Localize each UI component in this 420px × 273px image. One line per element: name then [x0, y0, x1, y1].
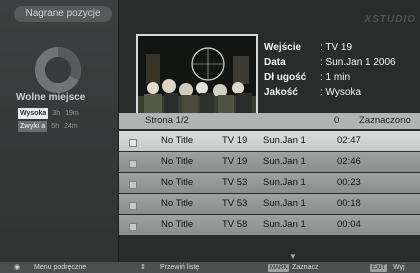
item-date: Sun.Jan 1 — [263, 219, 306, 230]
item-title: No Title — [161, 219, 194, 230]
checkbox[interactable] — [129, 139, 137, 147]
info-key: Wejście — [264, 42, 302, 53]
item-title: No Title — [161, 177, 194, 188]
item-date: Sun.Jan 1 — [263, 135, 306, 146]
recording-preview-thumbnail — [136, 34, 258, 116]
checkbox[interactable] — [129, 223, 137, 231]
menu-label: Menu podręczne — [34, 264, 87, 271]
quality-name: Zwyki a — [18, 121, 48, 132]
quality-hours: 3h — [52, 110, 61, 117]
help-bar: ◉ Menu podręczne ⇕ Przewiń listę MARK Za… — [0, 262, 420, 273]
disk-usage-donut — [35, 47, 81, 93]
info-row-input: Wejście : TV 19 — [264, 40, 396, 55]
scroll-down-icon[interactable]: ▼ — [289, 252, 297, 261]
quality-name: Wysoka — [18, 108, 49, 119]
right-panel: XSTUDIO Wejście : TV 19 Data: Sun.Jan 1… — [119, 0, 420, 262]
scroll-icon: ⇕ — [140, 264, 146, 271]
item-time: 02:46 — [337, 156, 361, 167]
panel-title: Nagrane pozycje — [14, 6, 112, 22]
quality-row-high: Wysoka 3h 19m — [18, 108, 84, 119]
item-channel: TV 19 — [222, 135, 248, 146]
item-time: 02:47 — [337, 135, 361, 146]
info-key: Dł ugość — [264, 72, 307, 83]
item-time: 00:04 — [337, 219, 361, 230]
scroll-label: Przewiń listę — [160, 264, 200, 271]
item-title: No Title — [161, 135, 194, 146]
item-date: Sun.Jan 1 — [263, 177, 306, 188]
checkbox[interactable] — [129, 160, 137, 168]
quality-minutes: 19m — [65, 110, 79, 117]
mark-key: MARK — [268, 263, 290, 272]
free-space-label: Wolne miejsce — [16, 92, 86, 103]
checkbox[interactable] — [129, 181, 137, 189]
quality-row-normal: Zwyki a 5h 24m — [18, 121, 83, 132]
list-item[interactable]: No Title TV 53 Sun.Jan 1 00:18 — [119, 194, 420, 214]
item-channel: TV 53 — [222, 177, 248, 188]
recordings-list: No Title TV 19 Sun.Jan 1 02:47 No Title … — [119, 131, 420, 236]
item-time: 00:23 — [337, 177, 361, 188]
list-item[interactable]: No Title TV 53 Sun.Jan 1 00:23 — [119, 173, 420, 193]
list-item[interactable]: No Title TV 19 Sun.Jan 1 02:47 — [119, 131, 420, 151]
item-date: Sun.Jan 1 — [263, 156, 306, 167]
selected-label: Zaznaczono — [359, 115, 411, 126]
info-key: Jakość — [264, 87, 298, 98]
item-title: No Title — [161, 198, 194, 209]
item-channel: TV 58 — [222, 219, 248, 230]
menu-icon: ◉ — [14, 264, 21, 271]
list-item[interactable]: No Title TV 19 Sun.Jan 1 02:46 — [119, 152, 420, 172]
mark-label: Zaznacz — [292, 264, 319, 271]
exit-label: Wyj — [393, 264, 405, 271]
recorded-items-screen: Nagrane pozycje Wolne miejsce Wysoka 3h … — [0, 0, 420, 273]
page-indicator: Strona 1/2 — [145, 115, 189, 126]
left-panel: Nagrane pozycje Wolne miejsce Wysoka 3h … — [0, 0, 119, 262]
exit-key: EXIT — [370, 263, 388, 272]
info-value: : TV 19 — [320, 42, 353, 53]
item-date: Sun.Jan 1 — [263, 198, 306, 209]
quality-hours: 5h — [51, 123, 60, 130]
info-row-date: Data : Sun.Jan 1 2006 — [264, 55, 396, 70]
checkbox[interactable] — [129, 202, 137, 210]
quality-minutes: 24m — [64, 123, 78, 130]
brand-logo: XSTUDIO — [364, 14, 416, 25]
item-time: 00:18 — [337, 198, 361, 209]
info-value: : 1 min — [320, 72, 351, 83]
item-channel: TV 19 — [222, 156, 248, 167]
info-value: : Sun.Jan 1 2006 — [320, 57, 396, 68]
list-header: Strona 1/2 0 Zaznaczono — [119, 113, 420, 129]
selected-count: 0 — [334, 115, 340, 126]
info-key: Data — [264, 57, 286, 68]
list-item[interactable]: No Title TV 58 Sun.Jan 1 00:04 — [119, 215, 420, 235]
info-value: : Wysoka — [320, 87, 362, 98]
info-row-quality: Jakość : Wysoka — [264, 85, 396, 100]
item-title: No Title — [161, 156, 194, 167]
item-channel: TV 53 — [222, 198, 248, 209]
recording-info: Wejście : TV 19 Data : Sun.Jan 1 2006 Dł… — [264, 40, 396, 100]
info-row-length: Dł ugość : 1 min — [264, 70, 396, 85]
